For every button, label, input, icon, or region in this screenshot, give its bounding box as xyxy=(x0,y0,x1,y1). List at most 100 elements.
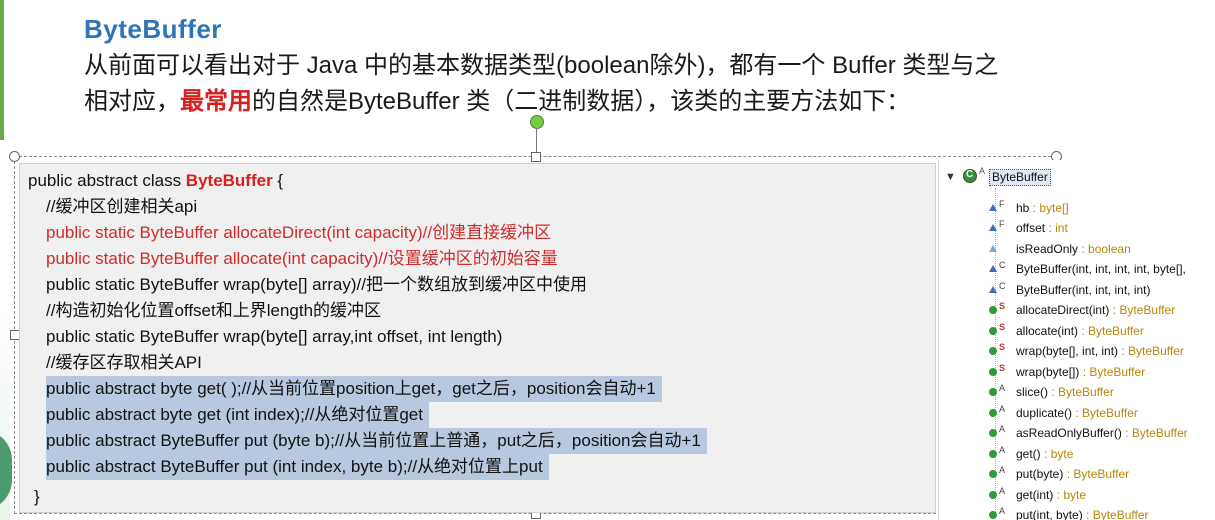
modifier: C xyxy=(999,281,1006,291)
modifier: S xyxy=(999,342,1006,352)
outline-item[interactable]: Foffset : int xyxy=(939,218,1215,238)
outline-item-name: put(byte) xyxy=(1016,467,1064,481)
root-modifier: A xyxy=(979,166,986,176)
code-line-get-index: public abstract byte get (int index);//从… xyxy=(46,402,429,428)
emphasis-text: 最常用 xyxy=(180,88,252,115)
paragraph-line-2-end: 的自然是ByteBuffer 类（二进制数据），该类的主要方法如下： xyxy=(252,88,911,115)
outline-item[interactable]: Aduplicate() : ByteBuffer xyxy=(939,403,1215,423)
code-class-name: ByteBuffer xyxy=(185,171,273,190)
paragraph-line-2-start: 相对应， xyxy=(84,88,180,115)
outline-item[interactable]: C ByteBuffer(int, int, int, int) xyxy=(939,280,1215,300)
code-comment-line: //缓存区存取相关API xyxy=(46,353,202,372)
paragraph-line-2: 相对应，最常用的自然是ByteBuffer 类（二进制数据），该类的主要方法如下… xyxy=(84,84,1164,120)
code-decl-suffix: { xyxy=(272,171,284,190)
outline-item[interactable]: Sallocate(int) : ByteBuffer xyxy=(939,321,1215,341)
collapse-triangle-icon[interactable]: ▼ xyxy=(945,171,956,183)
outline-item-name: ByteBuffer(int, int, int, int) xyxy=(1016,283,1151,297)
outline-item-name: slice() xyxy=(1016,385,1048,399)
modifier: A xyxy=(999,445,1006,455)
code-image: public abstract class ByteBuffer { //缓冲区… xyxy=(19,163,936,513)
outline-item-name: ByteBuffer(int, int, int, int, byte[], xyxy=(1016,262,1186,276)
code-decl-prefix: public abstract class xyxy=(28,171,186,190)
code-closing-brace: } xyxy=(34,487,40,506)
field-icon xyxy=(989,224,997,231)
code-line-wrap: public static ByteBuffer wrap(byte[] arr… xyxy=(46,275,587,294)
outline-item[interactable]: Aput(int, byte) : ByteBuffer xyxy=(939,505,1215,520)
outline-item[interactable]: isReadOnly : boolean xyxy=(939,239,1215,259)
decor-bar xyxy=(0,0,4,140)
modifier: A xyxy=(999,486,1006,496)
code-line-allocate: public static ByteBuffer allocate(int ca… xyxy=(46,249,558,268)
code-comment-line: //构造初始化位置offset和上界length的缓冲区 xyxy=(46,301,382,320)
outline-item[interactable]: C ByteBuffer(int, int, int, int, byte[], xyxy=(939,259,1215,279)
modifier: A xyxy=(999,383,1006,393)
outline-item[interactable]: Aslice() : ByteBuffer xyxy=(939,382,1215,402)
outline-item-name: hb xyxy=(1016,201,1030,215)
modifier: A xyxy=(999,424,1006,434)
outline-item[interactable]: Swrap(byte[], int, int) : ByteBuffer xyxy=(939,341,1215,361)
rotate-handle[interactable] xyxy=(530,115,544,129)
outline-root-label[interactable]: ByteBuffer xyxy=(989,169,1051,186)
outline-item-name: allocate(int) xyxy=(1016,324,1079,338)
outline-item-name: offset xyxy=(1016,221,1046,235)
outline-item-type: : byte xyxy=(1040,447,1074,461)
code-line-get: public abstract byte get( );//从当前位置posit… xyxy=(46,376,662,402)
resize-handle-top[interactable] xyxy=(531,152,541,162)
code-line-put-index: public abstract ByteBuffer put (int inde… xyxy=(46,454,549,480)
outline-item[interactable]: Aget(int) : byte xyxy=(939,485,1215,505)
code-line-allocate-direct: public static ByteBuffer allocateDirect(… xyxy=(46,223,552,242)
modifier: A xyxy=(999,506,1006,516)
field-icon xyxy=(989,245,997,252)
outline-item-name: duplicate() xyxy=(1016,406,1073,420)
outline-root[interactable]: ▼ A ByteBuffer xyxy=(939,166,1215,188)
outline-item[interactable]: SallocateDirect(int) : ByteBuffer xyxy=(939,300,1215,320)
outline-item-type: : ByteBuffer xyxy=(1109,303,1176,317)
modifier: F xyxy=(999,199,1005,209)
outline-item[interactable]: Aget() : byte xyxy=(939,444,1215,464)
modifier: F xyxy=(999,219,1005,229)
modifier: A xyxy=(999,465,1006,475)
outline-item-type: : byte[] xyxy=(1029,201,1069,215)
method-icon xyxy=(989,388,997,396)
outline-item-name: allocateDirect(int) xyxy=(1016,303,1110,317)
outline-item-name: put(int, byte) xyxy=(1016,508,1083,520)
modifier: C xyxy=(999,260,1006,270)
outline-item-name: get() xyxy=(1016,447,1041,461)
modifier: A xyxy=(999,404,1006,414)
outline-item-type: : ByteBuffer xyxy=(1082,508,1149,520)
method-icon xyxy=(989,470,997,478)
paragraph-line-1: 从前面可以看出对于 Java 中的基本数据类型(boolean除外)，都有一个 … xyxy=(84,52,999,79)
outline-item-name: asReadOnlyBuffer() xyxy=(1016,426,1122,440)
outline-item[interactable]: Aput(byte) : ByteBuffer xyxy=(939,464,1215,484)
outline-item-name: wrap(byte[]) xyxy=(1016,365,1080,379)
outline-item-type: : boolean xyxy=(1078,242,1131,256)
outline-item-name: wrap(byte[], int, int) xyxy=(1016,344,1119,358)
rotate-handle-stem xyxy=(536,128,537,155)
field-icon xyxy=(989,204,997,211)
modifier: S xyxy=(999,301,1006,311)
outline-item-type: : ByteBuffer xyxy=(1072,406,1138,420)
modifier: S xyxy=(999,322,1006,332)
constructor-icon xyxy=(989,286,997,293)
method-icon xyxy=(989,347,997,355)
modifier: S xyxy=(999,363,1006,373)
code-line-wrap-offset: public static ByteBuffer wrap(byte[] arr… xyxy=(46,327,503,346)
outline-item-type: : ByteBuffer xyxy=(1078,324,1144,338)
decor-blob xyxy=(0,430,12,510)
outline-item-type: : byte xyxy=(1053,488,1087,502)
constructor-icon xyxy=(989,265,997,272)
class-icon xyxy=(963,169,977,183)
method-icon xyxy=(989,511,997,519)
outline-item-type: : ByteBuffer xyxy=(1121,426,1188,440)
resize-handle-top-left[interactable] xyxy=(9,151,20,162)
method-icon xyxy=(989,306,997,314)
outline-item-type: : ByteBuffer xyxy=(1063,467,1130,481)
outline-item[interactable]: AasReadOnlyBuffer() : ByteBuffer xyxy=(939,423,1215,443)
method-icon xyxy=(989,409,997,417)
outline-item[interactable]: Swrap(byte[]) : ByteBuffer xyxy=(939,362,1215,382)
method-icon xyxy=(989,327,997,335)
outline-item-name: isReadOnly xyxy=(1016,242,1079,256)
outline-item[interactable]: Fhb : byte[] xyxy=(939,198,1215,218)
slide-left-decoration xyxy=(0,0,12,520)
outline-item-type: : ByteBuffer xyxy=(1118,344,1184,358)
